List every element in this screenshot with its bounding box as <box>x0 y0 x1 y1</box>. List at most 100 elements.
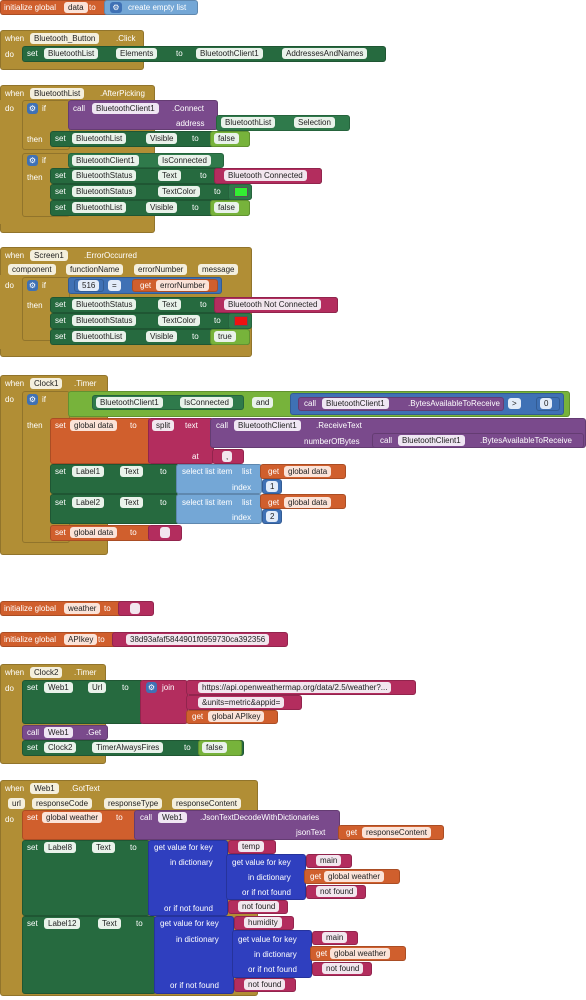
component-dropdown[interactable]: BluetoothList <box>221 117 276 128</box>
var-name-apikey[interactable]: APIkey <box>64 634 98 645</box>
text-value[interactable]: Bluetooth Not Connected <box>224 299 322 310</box>
boolean-dropdown[interactable]: false <box>214 202 239 213</box>
component-dropdown[interactable]: BluetoothList <box>44 48 99 59</box>
component-dropdown[interactable]: Label8 <box>44 842 77 853</box>
split-dropdown[interactable]: split <box>152 420 175 431</box>
text-value[interactable]: , <box>222 451 233 462</box>
text-value[interactable]: humidity <box>244 917 282 928</box>
param-component[interactable]: component <box>8 264 56 275</box>
variable-dropdown[interactable]: global weather <box>330 948 391 959</box>
property-dropdown[interactable]: TimerAlwaysFires <box>92 742 164 753</box>
operator-dropdown[interactable]: and <box>252 397 274 408</box>
param-message[interactable]: message <box>198 264 239 275</box>
component-dropdown[interactable]: Web1 <box>158 812 187 823</box>
component-dropdown[interactable]: Web1 <box>44 727 73 738</box>
component-dropdown[interactable]: BluetoothClient1 <box>234 420 301 431</box>
text-value[interactable]: not found <box>322 963 364 974</box>
param-responsecontent[interactable]: responseContent <box>172 798 241 809</box>
component-dropdown[interactable]: BluetoothClient1 <box>196 48 263 59</box>
gear-icon[interactable]: ⚙ <box>146 682 157 693</box>
component-dropdown[interactable]: BluetoothClient1 <box>398 435 465 446</box>
component-dropdown[interactable]: BluetoothList <box>72 202 127 213</box>
component-dropdown[interactable]: BluetoothClient1 <box>92 103 159 114</box>
component-dropdown[interactable]: BluetoothClient1 <box>72 155 139 166</box>
component-dropdown[interactable]: Label12 <box>44 918 81 929</box>
variable-dropdown[interactable]: global data <box>284 497 332 508</box>
text-value[interactable]: Bluetooth Connected <box>224 170 307 181</box>
number-value[interactable]: 2 <box>266 511 279 522</box>
number-value[interactable]: 516 <box>78 280 100 291</box>
property-dropdown[interactable]: Text <box>120 497 143 508</box>
variable-dropdown[interactable]: global weather <box>42 812 103 823</box>
property-dropdown[interactable]: Selection <box>294 117 335 128</box>
gear-icon[interactable]: ⚙ <box>27 280 38 291</box>
property-dropdown[interactable]: Text <box>158 299 181 310</box>
variable-dropdown[interactable]: global APIkey <box>208 711 265 722</box>
boolean-dropdown[interactable]: true <box>214 331 236 342</box>
text-value[interactable]: not found <box>244 979 286 990</box>
component-dropdown[interactable]: Screen1 <box>30 250 68 261</box>
variable-dropdown[interactable]: global weather <box>324 871 385 882</box>
variable-dropdown[interactable]: global data <box>70 420 118 431</box>
component-dropdown[interactable]: Clock2 <box>44 742 77 753</box>
component-dropdown[interactable]: BluetoothClient1 <box>96 397 163 408</box>
component-dropdown[interactable]: Bluetooth_Button <box>30 33 100 44</box>
color-swatch-green[interactable] <box>234 187 248 197</box>
property-dropdown[interactable]: AddressesAndNames <box>282 48 368 59</box>
property-dropdown[interactable]: IsConnected <box>158 155 211 166</box>
property-dropdown[interactable]: IsConnected <box>180 397 233 408</box>
gear-icon[interactable]: ⚙ <box>110 2 122 13</box>
property-dropdown[interactable]: Text <box>92 842 115 853</box>
var-name-weather[interactable]: weather <box>64 603 101 614</box>
property-dropdown[interactable]: Elements <box>116 48 158 59</box>
component-dropdown[interactable]: BluetoothStatus <box>72 299 137 310</box>
variable-dropdown[interactable]: responseContent <box>362 827 431 838</box>
text-value[interactable]: temp <box>238 841 264 852</box>
property-dropdown[interactable]: Text <box>120 466 143 477</box>
param-errornumber[interactable]: errorNumber <box>134 264 188 275</box>
variable-dropdown[interactable]: global data <box>70 527 118 538</box>
component-dropdown[interactable]: Label1 <box>72 466 105 477</box>
property-dropdown[interactable]: Visible <box>146 202 178 213</box>
operator-dropdown[interactable]: = <box>108 280 121 291</box>
text-value[interactable]: main <box>322 932 348 943</box>
component-dropdown[interactable]: Web1 <box>44 682 73 693</box>
component-dropdown[interactable]: BluetoothStatus <box>72 186 137 197</box>
text-value[interactable]: main <box>316 855 342 866</box>
variable-dropdown[interactable]: global data <box>284 466 332 477</box>
text-value[interactable]: https://api.openweathermap.org/data/2.5/… <box>198 682 392 693</box>
number-value[interactable]: 1 <box>266 481 279 492</box>
var-name-data[interactable]: data <box>64 2 88 13</box>
component-dropdown[interactable]: Web1 <box>30 783 59 794</box>
text-value[interactable]: 38d93afaf5844901f0959730ca392356 <box>126 634 270 645</box>
param-responsetype[interactable]: responseType <box>104 798 163 809</box>
property-dropdown[interactable]: Url <box>88 682 107 693</box>
property-dropdown[interactable]: Text <box>98 918 121 929</box>
component-dropdown[interactable]: Clock1 <box>30 378 63 389</box>
boolean-dropdown[interactable]: false <box>214 133 239 144</box>
component-dropdown[interactable]: BluetoothList <box>72 331 127 342</box>
property-dropdown[interactable]: Visible <box>146 331 178 342</box>
property-dropdown[interactable]: TextColor <box>158 186 200 197</box>
component-dropdown[interactable]: Label2 <box>72 497 105 508</box>
property-dropdown[interactable]: Text <box>158 170 181 181</box>
property-dropdown[interactable]: TextColor <box>158 315 200 326</box>
component-dropdown[interactable]: BluetoothClient1 <box>322 398 389 409</box>
gear-icon[interactable]: ⚙ <box>27 103 38 114</box>
text-value[interactable]: not found <box>238 901 280 912</box>
component-dropdown[interactable]: BluetoothList <box>30 88 85 99</box>
component-dropdown[interactable]: BluetoothStatus <box>72 170 137 181</box>
number-value[interactable]: 0 <box>540 398 553 409</box>
variable-dropdown[interactable]: errorNumber <box>156 280 210 291</box>
component-dropdown[interactable]: Clock2 <box>30 667 63 678</box>
param-functionname[interactable]: functionName <box>66 264 124 275</box>
boolean-dropdown[interactable]: false <box>202 742 227 753</box>
component-dropdown[interactable]: BluetoothList <box>72 133 127 144</box>
operator-dropdown[interactable]: > <box>508 398 521 409</box>
component-dropdown[interactable]: BluetoothStatus <box>72 315 137 326</box>
param-responsecode[interactable]: responseCode <box>32 798 93 809</box>
text-value[interactable]: &units=metric&appid= <box>198 697 285 708</box>
text-value[interactable]: not found <box>316 886 358 897</box>
gear-icon[interactable]: ⚙ <box>27 155 38 166</box>
color-swatch-red[interactable] <box>234 316 248 326</box>
